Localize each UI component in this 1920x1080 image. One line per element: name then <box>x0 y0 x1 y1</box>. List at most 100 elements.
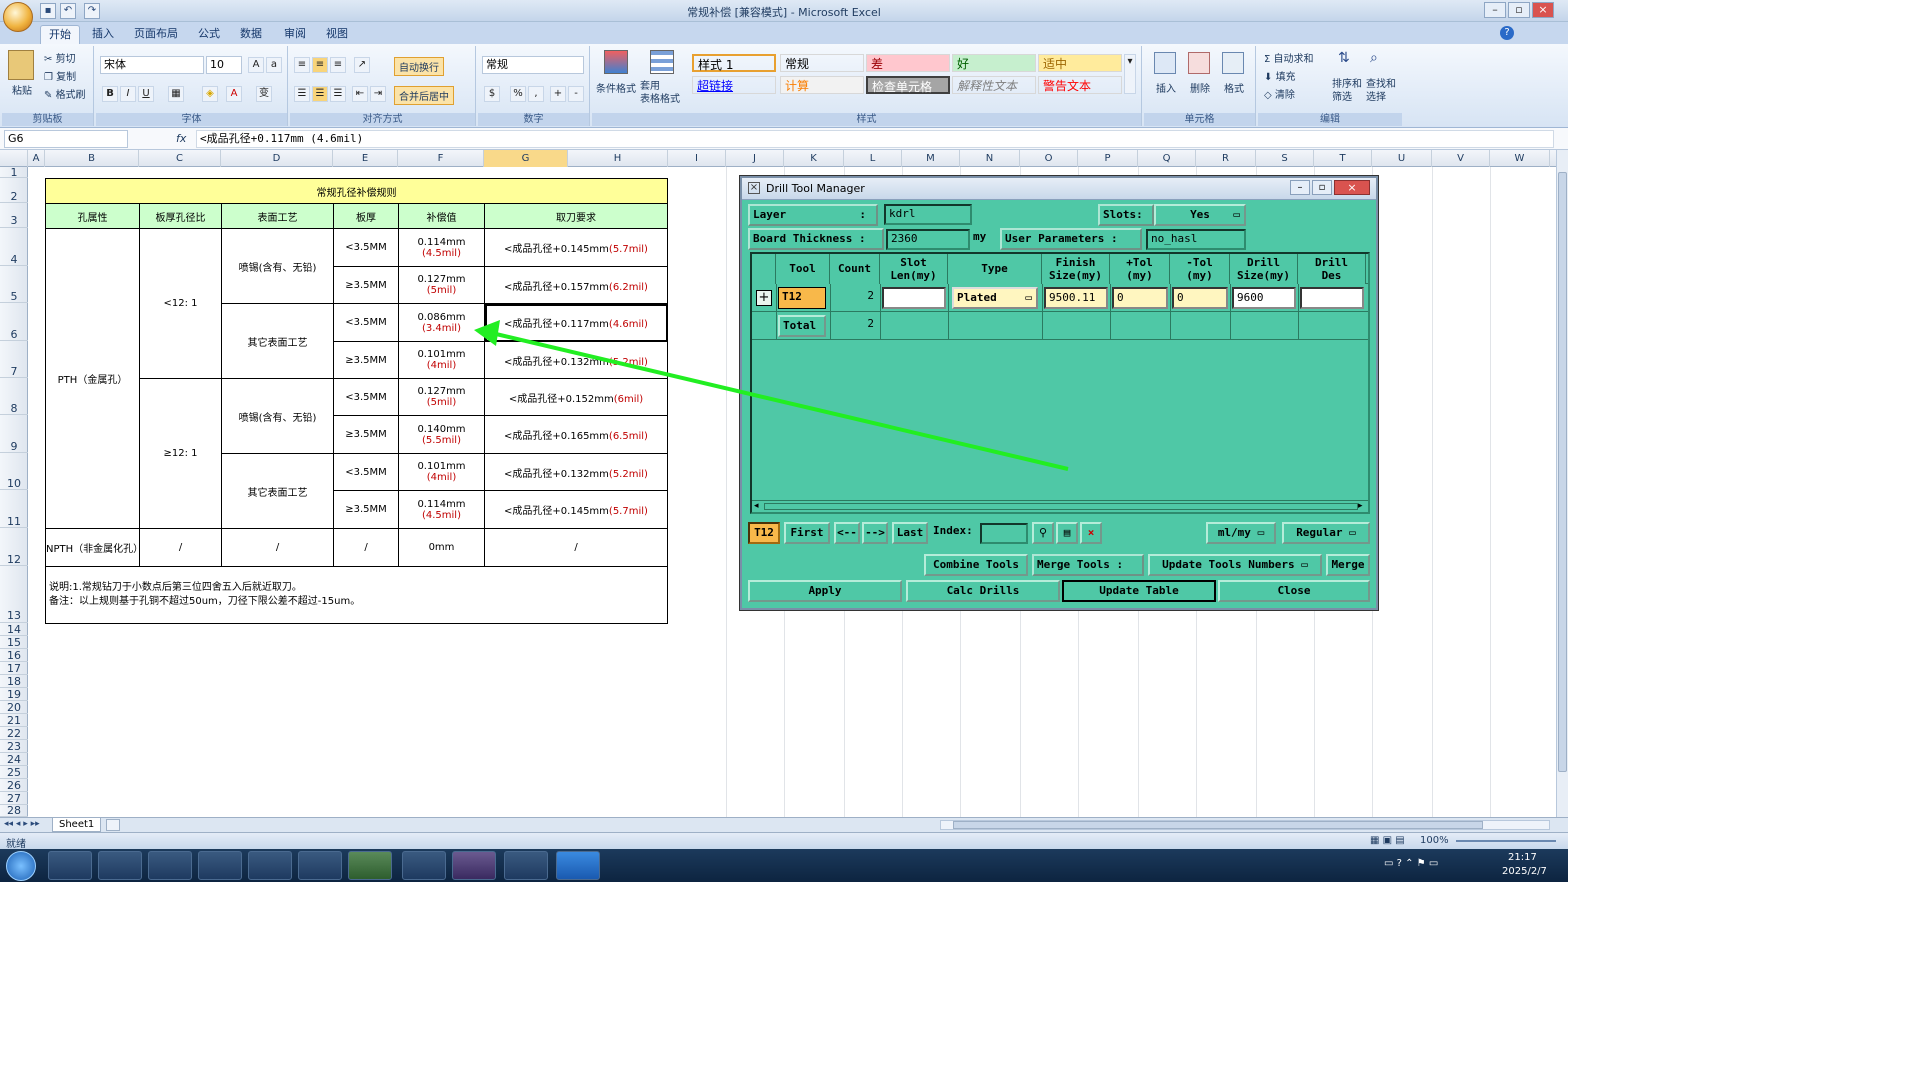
row-header-cell[interactable]: 10 <box>0 453 28 490</box>
clear-button[interactable]: ◇ 清除 <box>1264 86 1295 101</box>
fill-color-icon[interactable]: ◈ <box>202 86 218 102</box>
column-header-cell[interactable]: G <box>484 150 568 167</box>
column-header-cell[interactable]: V <box>1432 150 1490 167</box>
zoom-level[interactable]: 100% <box>1420 835 1449 846</box>
copy-button[interactable]: ❐ 复制 <box>44 68 76 83</box>
ratio-cell[interactable]: <12: 1 <box>139 228 222 379</box>
process-cell[interactable]: 其它表面工艺 <box>221 303 334 379</box>
row-header-cell[interactable]: 28 <box>0 805 28 817</box>
vertical-scrollbar[interactable] <box>1556 150 1568 817</box>
find-select-icon[interactable]: ⌕ <box>1370 50 1392 72</box>
thickness-cell[interactable]: ≥3.5MM <box>333 266 399 304</box>
row-header-cell[interactable]: 16 <box>0 649 28 662</box>
board-thickness-field[interactable]: 2360 <box>886 229 970 250</box>
tool-row[interactable]: + T12 2 Plated ▭ 9500.11 0 0 9600 <box>752 284 1368 312</box>
font-size-select[interactable]: 10 <box>206 56 242 74</box>
row-header-cell[interactable]: 4 <box>0 228 28 266</box>
row-header-cell[interactable]: 19 <box>0 688 28 701</box>
layer-field[interactable]: kdrl <box>884 204 972 225</box>
insert-button[interactable]: 插入 <box>1156 80 1176 95</box>
tool-cell[interactable]: T12 <box>778 287 826 309</box>
npth-cell[interactable]: NPTH（非金属化孔） <box>45 528 143 567</box>
units-select[interactable]: ml/my ▭ <box>1206 522 1276 544</box>
dialog-close-icon[interactable]: × <box>1334 180 1370 195</box>
insert-cells-icon[interactable] <box>1154 52 1176 74</box>
row-header-cell[interactable]: 8 <box>0 378 28 415</box>
select-all-corner[interactable] <box>0 150 28 167</box>
delete-button[interactable]: 删除 <box>1190 80 1210 95</box>
requirement-cell[interactable]: <成品孔径+0.145mm(5.7mil) <box>484 228 668 267</box>
header-type[interactable]: Type <box>948 254 1042 284</box>
column-header-cell[interactable]: L <box>844 150 902 167</box>
merge-center-button[interactable]: 合并后居中 <box>394 86 454 105</box>
table-header[interactable]: 板厚 <box>333 203 399 229</box>
sheet-nav-icons[interactable]: ◂◂ ◂ ▸ ▸▸ <box>4 819 40 829</box>
requirement-cell[interactable]: <成品孔径+0.157mm(6.2mil) <box>484 266 668 304</box>
style-cell-neutral[interactable]: 适中 <box>1038 54 1122 72</box>
tool-info-icon[interactable]: ⚲ <box>1032 522 1054 544</box>
grow-font-icon[interactable]: A <box>248 57 264 73</box>
find-select-button[interactable]: 查找和 选择 <box>1366 78 1396 104</box>
column-header-cell[interactable]: D <box>221 150 333 167</box>
office-button[interactable] <box>3 2 33 32</box>
align-left-icon[interactable]: ☰ <box>294 86 310 102</box>
next-button[interactable]: --> <box>862 522 888 544</box>
process-cell[interactable]: 其它表面工艺 <box>221 453 334 529</box>
column-header-cell[interactable]: T <box>1314 150 1372 167</box>
compensation-cell[interactable]: 0.127mm (5mil) <box>398 266 485 304</box>
header-tool[interactable]: Tool <box>776 254 830 284</box>
scroll-thumb[interactable] <box>764 503 1358 510</box>
column-header-cell[interactable]: O <box>1020 150 1078 167</box>
taskbar-drill-app-icon[interactable] <box>452 851 496 880</box>
row-header-cell[interactable]: 6 <box>0 303 28 341</box>
requirement-cell[interactable]: <成品孔径+0.132mm(5.2mil) <box>484 453 668 491</box>
minus-tol-input[interactable]: 0 <box>1172 287 1228 309</box>
row-header-cell[interactable]: 20 <box>0 701 28 714</box>
row-header-cell[interactable]: 5 <box>0 266 28 303</box>
align-right-icon[interactable]: ☰ <box>330 86 346 102</box>
style-cell-explanatory[interactable]: 解释性文本 <box>952 76 1036 94</box>
column-header-cell[interactable]: E <box>333 150 398 167</box>
increase-indent-icon[interactable]: ⇥ <box>370 86 386 102</box>
table-header[interactable]: 取刀要求 <box>484 203 668 229</box>
tab-home[interactable]: 开始 <box>40 25 80 44</box>
thickness-cell[interactable]: ≥3.5MM <box>333 415 399 454</box>
tab-formulas[interactable]: 公式 <box>190 25 228 44</box>
dialog-minimize-icon[interactable]: – <box>1290 180 1310 195</box>
compensation-cell[interactable]: 0.086mm (3.4mil) <box>398 303 485 342</box>
row-header-cell[interactable]: 1 <box>0 167 28 178</box>
last-button[interactable]: Last <box>892 522 928 544</box>
taskbar-app-p1-icon[interactable] <box>148 851 192 880</box>
column-header-cell[interactable]: U <box>1372 150 1432 167</box>
combine-tools-button[interactable]: Combine Tools <box>924 554 1028 576</box>
styles-more-icon[interactable]: ▾ <box>1124 54 1136 94</box>
format-painter-button[interactable]: ✎ 格式刷 <box>44 86 86 101</box>
tab-data[interactable]: 数据 <box>232 25 270 44</box>
requirement-cell[interactable]: <成品孔径+0.165mm(6.5mil) <box>484 415 668 454</box>
tab-review[interactable]: 审阅 <box>276 25 314 44</box>
paste-button[interactable]: 粘贴 <box>12 82 32 97</box>
border-icon[interactable]: ▦ <box>168 86 184 102</box>
font-name-select[interactable]: 宋体 <box>100 56 204 74</box>
align-bottom-icon[interactable]: ≡ <box>330 57 346 73</box>
align-center-icon[interactable]: ☰ <box>312 86 328 102</box>
align-top-icon[interactable]: ≡ <box>294 57 310 73</box>
process-cell[interactable]: 喷锡(含有、无铅) <box>221 228 334 304</box>
format-cells-icon[interactable] <box>1222 52 1244 74</box>
tool-edit-icon[interactable]: ▤ <box>1056 522 1078 544</box>
row-header-cell[interactable]: 18 <box>0 675 28 688</box>
font-color-icon[interactable]: A <box>226 86 242 102</box>
table-title[interactable]: 常规孔径补偿规则 <box>45 178 668 204</box>
align-middle-icon[interactable]: ≡ <box>312 57 328 73</box>
decrease-indent-icon[interactable]: ⇤ <box>352 86 368 102</box>
user-parameters-field[interactable]: no_hasl <box>1146 229 1246 250</box>
table-header[interactable]: 补偿值 <box>398 203 485 229</box>
header-slot-len[interactable]: Slot Len(my) <box>880 254 948 284</box>
close-button[interactable]: Close <box>1218 580 1370 602</box>
row-header-cell[interactable]: 13 <box>0 566 28 623</box>
header-drill-des[interactable]: Drill Des <box>1298 254 1366 284</box>
requirement-cell[interactable]: <成品孔径+0.132mm(5.2mil) <box>484 341 668 379</box>
currency-icon[interactable]: $ <box>484 86 500 102</box>
column-header-cell[interactable]: J <box>726 150 784 167</box>
drill-des-input[interactable] <box>1300 287 1364 309</box>
